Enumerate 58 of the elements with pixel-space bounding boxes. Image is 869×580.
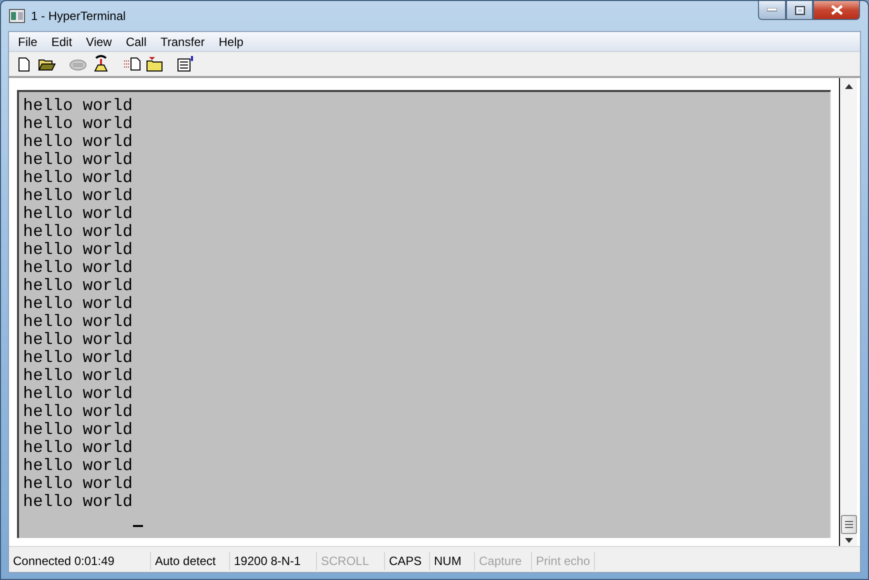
terminal-line: hello world	[23, 169, 134, 187]
terminal-line: hello world	[23, 475, 134, 493]
menu-item[interactable]: Help	[212, 34, 250, 48]
telephone-icon	[68, 57, 86, 71]
menu-item[interactable]: Call	[118, 34, 154, 48]
properties-icon	[176, 56, 194, 72]
folder-icon	[38, 57, 56, 71]
status-field: Connected 0:01:49	[9, 552, 151, 570]
maximize-button[interactable]	[786, 1, 813, 20]
terminal-line: hello world	[23, 277, 134, 295]
terminal-line: hello world	[23, 403, 134, 421]
window-title: 1 - HyperTerminal	[31, 9, 127, 23]
terminal-line: hello world	[23, 313, 134, 331]
vertical-scrollbar[interactable]	[840, 78, 857, 546]
terminal-line: hello world	[23, 259, 134, 277]
minimize-icon	[767, 8, 777, 12]
status-field: SCROLL	[317, 552, 385, 570]
terminal-line: hello world	[23, 457, 134, 475]
page-with-dots-icon	[122, 57, 140, 71]
close-button[interactable]	[813, 1, 860, 20]
status-field: NUM	[430, 552, 475, 570]
terminal-line: hello world	[23, 241, 134, 259]
status-field: Capture	[475, 552, 532, 570]
terminal-line: hello world	[23, 295, 134, 313]
terminal-line: hello world	[23, 367, 134, 385]
scroll-down-arrow-icon[interactable]	[844, 538, 852, 543]
terminal-line: hello world	[23, 97, 134, 115]
status-field: Auto detect	[151, 552, 230, 570]
blank-page-icon	[18, 56, 30, 72]
grip-lines-icon	[844, 521, 852, 528]
terminal-line: hello world	[23, 151, 134, 169]
minimize-button[interactable]	[758, 1, 786, 20]
text-cursor	[133, 525, 143, 527]
scroll-up-arrow-icon[interactable]	[844, 84, 852, 89]
status-field: CAPS	[385, 552, 430, 570]
scrollbar-thumb[interactable]	[840, 515, 856, 534]
terminal-line: hello world	[23, 349, 134, 367]
terminal-line: hello world	[23, 133, 134, 151]
telephone-icon	[92, 55, 108, 73]
terminal-line: hello world	[23, 115, 134, 133]
terminal-line: hello world	[23, 187, 134, 205]
menu-item[interactable]: File	[11, 34, 44, 48]
status-field: Print echo	[532, 552, 596, 570]
terminal-line: hello world	[23, 493, 134, 511]
folder-icon	[146, 56, 164, 72]
terminal-app-icon	[9, 9, 25, 23]
terminal-line: hello world	[23, 205, 134, 223]
terminal-line: hello world	[23, 385, 134, 403]
menu-item[interactable]: View	[79, 34, 119, 48]
terminal-line: hello world	[23, 421, 134, 439]
terminal-line: hello world	[23, 223, 134, 241]
terminal-line: hello world	[23, 331, 134, 349]
maximize-icon	[794, 6, 804, 14]
menu-item[interactable]: Transfer	[154, 34, 212, 48]
terminal-line: hello world	[23, 439, 134, 457]
menu-item[interactable]: Edit	[44, 34, 80, 48]
close-icon	[830, 5, 842, 15]
status-field: 19200 8-N-1	[230, 552, 317, 570]
